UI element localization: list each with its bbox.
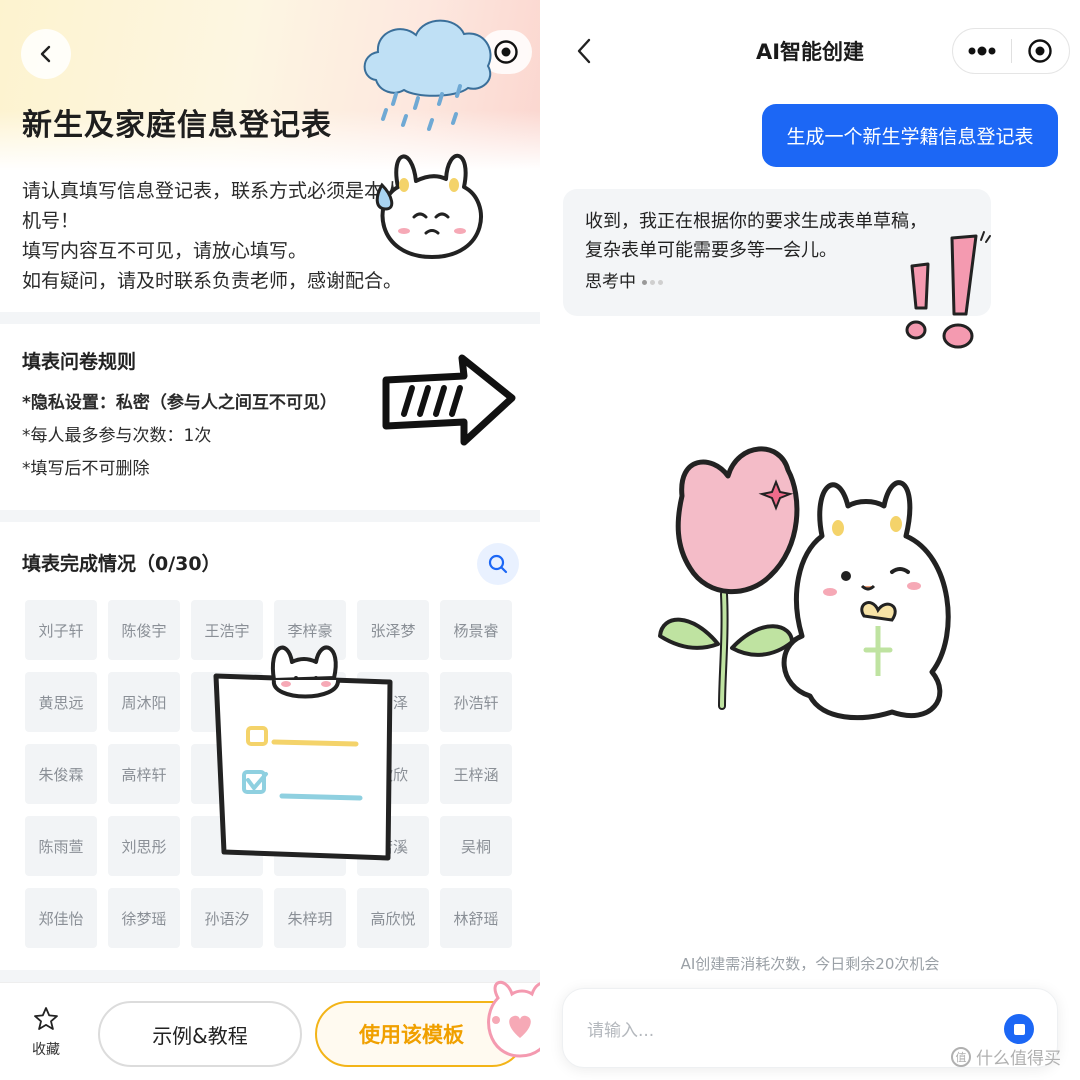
participant-grid: 刘子轩 陈俊宇 王浩宇 李梓豪 张泽梦 杨景睿黄思远 周沐阳 铭泽 孙浩轩朱俊霖 高梓轩 欣欣 王梓涵… — [25, 600, 515, 948]
participant-chip[interactable]: 孙浩轩 — [440, 672, 512, 732]
participant-chip[interactable]: 高欣悦 — [357, 888, 429, 948]
participant-chip[interactable]: 欣欣 — [357, 744, 429, 804]
miniapp-capsule — [952, 28, 1070, 74]
ai-message-line: 收到，我正在根据你的要求生成表单草稿， — [585, 211, 927, 232]
section-divider — [0, 510, 540, 522]
chat-input-placeholder: 请输入... — [587, 1021, 655, 1041]
participant-chip[interactable]: 郑佳怡 — [25, 888, 97, 948]
participant-chip[interactable] — [191, 744, 263, 804]
intro-line: 填写内容互不可见，请放心填写。 — [22, 240, 308, 262]
participant-chip[interactable]: 刘思彤 — [108, 816, 180, 876]
star-icon — [34, 1007, 58, 1030]
page-title: 新生及家庭信息登记表 — [22, 108, 332, 143]
example-tutorial-button[interactable]: 示例&教程 — [98, 1001, 302, 1067]
participant-chip[interactable]: 铭泽 — [357, 672, 429, 732]
participant-chip[interactable] — [274, 744, 346, 804]
section-divider — [0, 970, 540, 982]
favorite-button[interactable]: 收藏 — [24, 1005, 68, 1059]
participant-chip[interactable]: 王浩宇 — [191, 600, 263, 660]
rule-item: *填写后不可删除 — [22, 459, 150, 479]
more-button[interactable] — [953, 46, 1011, 56]
section-divider — [0, 312, 540, 324]
thinking-indicator: 思考中 — [585, 267, 969, 292]
svg-text:值: 值 — [956, 1051, 967, 1064]
stop-generation-button[interactable] — [1004, 1014, 1034, 1044]
participant-chip[interactable]: 黄思远 — [25, 672, 97, 732]
participant-chip[interactable]: 孙语汐 — [191, 888, 263, 948]
watermark-logo-icon: 值 — [951, 1046, 971, 1067]
intro-line: 机号！ — [22, 210, 80, 232]
participant-chip[interactable]: 张泽梦 — [357, 600, 429, 660]
thinking-label: 思考中 — [585, 272, 636, 292]
back-button[interactable] — [21, 29, 71, 79]
bottom-action-bar: 收藏 示例&教程 使用该模板 — [0, 982, 540, 1080]
rule-item: *每人最多参与次数：1次 — [22, 426, 212, 446]
quota-note: AI创建需消耗次数，今日剩余20次机会 — [680, 955, 940, 973]
use-template-button[interactable]: 使用该模板 — [315, 1001, 525, 1067]
participant-chip[interactable]: 王梓涵 — [440, 744, 512, 804]
search-icon — [488, 554, 508, 574]
search-button[interactable] — [477, 543, 519, 585]
ai-message-text: 收到，我正在根据你的要求生成表单草稿， 复杂表单可能需要多等一会儿。 — [585, 207, 969, 265]
participant-chip[interactable]: 朱梓玥 — [274, 888, 346, 948]
miniapp-close-button[interactable] — [1011, 38, 1069, 64]
participant-chip[interactable]: 杨景睿 — [440, 600, 512, 660]
participant-chip[interactable] — [274, 816, 346, 876]
participant-chip[interactable]: 朱俊霖 — [25, 744, 97, 804]
participant-chip[interactable]: 周沐阳 — [108, 672, 180, 732]
participant-chip[interactable]: 高梓轩 — [108, 744, 180, 804]
arrow-sticker — [382, 354, 516, 446]
intro-line: 如有疑问，请及时联系负责老师，感谢配合。 — [22, 270, 403, 292]
participant-chip[interactable] — [191, 672, 263, 732]
back-chevron-icon — [40, 45, 51, 63]
participant-chip[interactable]: 林舒瑶 — [440, 888, 512, 948]
participant-chip[interactable]: 刘子轩 — [25, 600, 97, 660]
loading-dots-icon — [642, 270, 666, 290]
rule-item: *隐私设置：私密（参与人之间互不可见） — [22, 393, 337, 413]
hero-background — [0, 0, 540, 170]
rules-title: 填表问卷规则 — [22, 351, 137, 373]
participant-chip[interactable] — [191, 816, 263, 876]
stop-icon — [1013, 1023, 1025, 1035]
ai-message-line: 复杂表单可能需要多等一会儿。 — [585, 240, 837, 261]
watermark: 值 什么值得买 — [950, 1044, 1061, 1069]
left-panel: 新生及家庭信息登记表 请认真填写信息登记表，联系方式必须是本人的手 机号！ 填写… — [0, 0, 540, 1080]
favorite-label: 收藏 — [32, 1042, 60, 1058]
participant-chip[interactable]: 陈俊宇 — [108, 600, 180, 660]
participant-chip[interactable]: 陈雨萱 — [25, 816, 97, 876]
ai-message-bubble: 收到，我正在根据你的要求生成表单草稿， 复杂表单可能需要多等一会儿。 思考中 — [563, 189, 991, 316]
progress-title: 填表完成情况（0/30） — [22, 553, 221, 575]
target-icon — [494, 40, 518, 64]
participant-chip[interactable]: 李梓豪 — [274, 600, 346, 660]
watermark-text: 什么值得买 — [976, 1049, 1061, 1069]
more-dots-icon — [968, 46, 996, 56]
user-message-bubble: 生成一个新生学籍信息登记表 — [762, 104, 1058, 167]
intro-line: 请认真填写信息登记表，联系方式必须是本人的手 — [22, 180, 441, 202]
tulip-bunny-sticker — [658, 446, 951, 721]
miniapp-close-button[interactable] — [480, 30, 532, 74]
participant-chip[interactable] — [274, 672, 346, 732]
target-icon — [1028, 39, 1052, 63]
rules-list: *隐私设置：私密（参与人之间互不可见） *每人最多参与次数：1次 *填写后不可删… — [22, 387, 337, 486]
participant-chip[interactable]: 徐梦瑶 — [108, 888, 180, 948]
form-intro: 请认真填写信息登记表，联系方式必须是本人的手 机号！ 填写内容互不可见，请放心填… — [22, 176, 517, 296]
participant-chip[interactable]: 若溪 — [357, 816, 429, 876]
participant-chip[interactable]: 吴桐 — [440, 816, 512, 876]
right-panel: AI智能创建 生成一个新生学籍信息登记表 收到，我正在根据你的要求生成表单草稿，… — [540, 0, 1080, 1080]
